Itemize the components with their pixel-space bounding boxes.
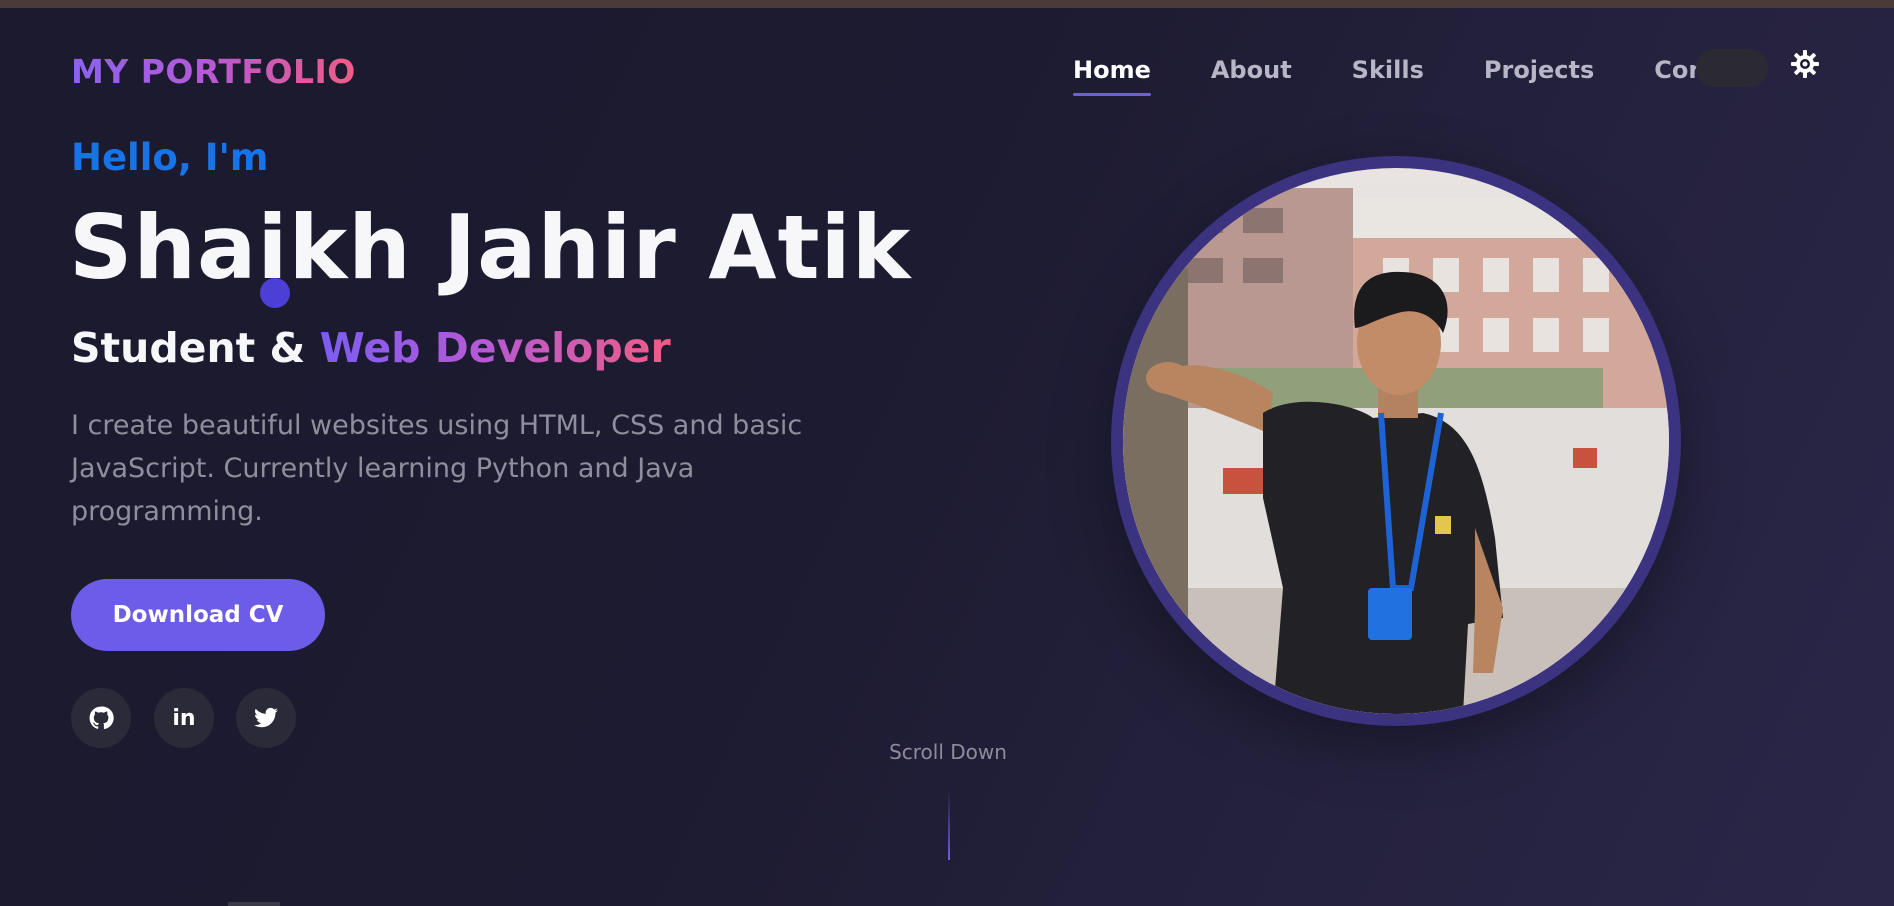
twitter-icon[interactable] [236,688,296,748]
github-icon[interactable] [71,688,131,748]
profile-illustration [1123,168,1669,714]
profile-photo [1123,168,1669,714]
gear-icon[interactable] [1789,48,1821,80]
nav-home[interactable]: Home [1073,56,1151,96]
download-cv-button[interactable]: Download CV [71,579,325,651]
browser-top-strip [0,0,1894,8]
scroll-down-label[interactable]: Scroll Down [888,740,1008,764]
linkedin-label: in [172,705,196,731]
scroll-indicator-line [948,790,950,860]
hero-description: I create beautiful websites using HTML, … [71,410,803,527]
nav-about[interactable]: About [1211,56,1292,96]
nav-projects[interactable]: Projects [1484,56,1594,96]
role-highlight: Web Developer [319,324,671,372]
role-prefix: Student & [71,324,320,372]
linkedin-icon[interactable]: in [154,688,214,748]
custom-cursor [260,278,290,308]
hero-role: Student & Web Developer [71,324,671,372]
site-logo[interactable]: MY PORTFOLIO [71,52,356,91]
main-nav: Home About Skills Projects Contac [1073,56,1762,96]
bottom-divider [228,902,280,906]
greeting: Hello, I'm [71,136,269,179]
overlay-pill [1696,49,1768,87]
hero-name: Shaikh Jahir Atik [69,196,912,299]
nav-skills[interactable]: Skills [1352,56,1424,96]
